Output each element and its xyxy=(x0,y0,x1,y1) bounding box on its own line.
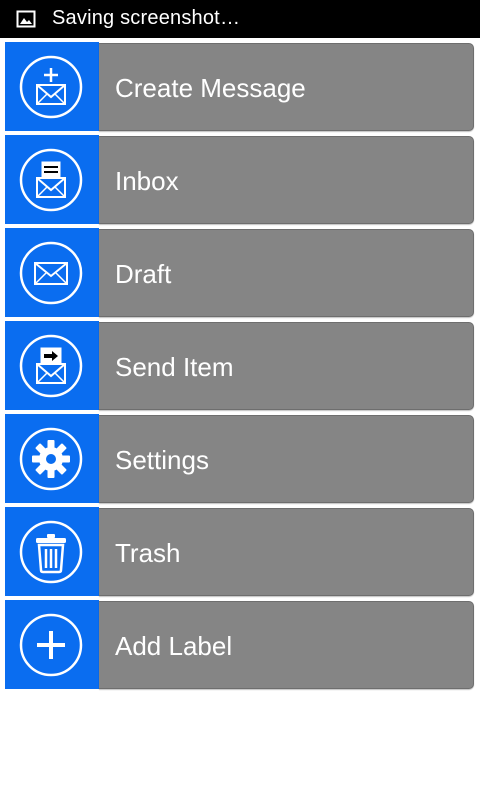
status-bar: Saving screenshot… xyxy=(0,0,480,38)
status-text: Saving screenshot… xyxy=(52,7,241,29)
sent-mail-icon xyxy=(19,334,83,398)
trash-icon xyxy=(19,520,83,584)
icon-tile xyxy=(5,600,99,689)
menu-item-label: Add Label xyxy=(115,631,233,661)
label-panel: Send Item xyxy=(99,322,474,410)
menu-item-settings[interactable]: Settings xyxy=(5,414,474,503)
menu-list: Create Message Inbox Draft Send Item Set… xyxy=(5,42,475,693)
plus-icon xyxy=(19,613,83,677)
menu-item-trash[interactable]: Trash xyxy=(5,507,474,596)
compose-mail-icon xyxy=(19,55,83,119)
image-icon xyxy=(16,10,36,28)
label-panel: Add Label xyxy=(99,601,474,689)
menu-item-label: Send Item xyxy=(115,352,234,382)
menu-item-label: Inbox xyxy=(115,166,179,196)
label-panel: Trash xyxy=(99,508,474,596)
icon-tile xyxy=(5,228,99,317)
label-panel: Draft xyxy=(99,229,474,317)
inbox-icon xyxy=(19,148,83,212)
menu-item-label: Trash xyxy=(115,538,181,568)
label-panel: Settings xyxy=(99,415,474,503)
icon-tile xyxy=(5,414,99,503)
icon-tile xyxy=(5,321,99,410)
icon-tile xyxy=(5,135,99,224)
menu-item-inbox[interactable]: Inbox xyxy=(5,135,474,224)
envelope-icon xyxy=(19,241,83,305)
menu-item-create-message[interactable]: Create Message xyxy=(5,42,474,131)
menu-item-label: Draft xyxy=(115,259,172,289)
gear-icon xyxy=(19,427,83,491)
menu-item-add-label[interactable]: Add Label xyxy=(5,600,474,689)
menu-item-label: Settings xyxy=(115,445,209,475)
icon-tile xyxy=(5,507,99,596)
menu-item-draft[interactable]: Draft xyxy=(5,228,474,317)
label-panel: Create Message xyxy=(99,43,474,131)
label-panel: Inbox xyxy=(99,136,474,224)
menu-item-label: Create Message xyxy=(115,73,306,103)
menu-item-send-item[interactable]: Send Item xyxy=(5,321,474,410)
icon-tile xyxy=(5,42,99,131)
